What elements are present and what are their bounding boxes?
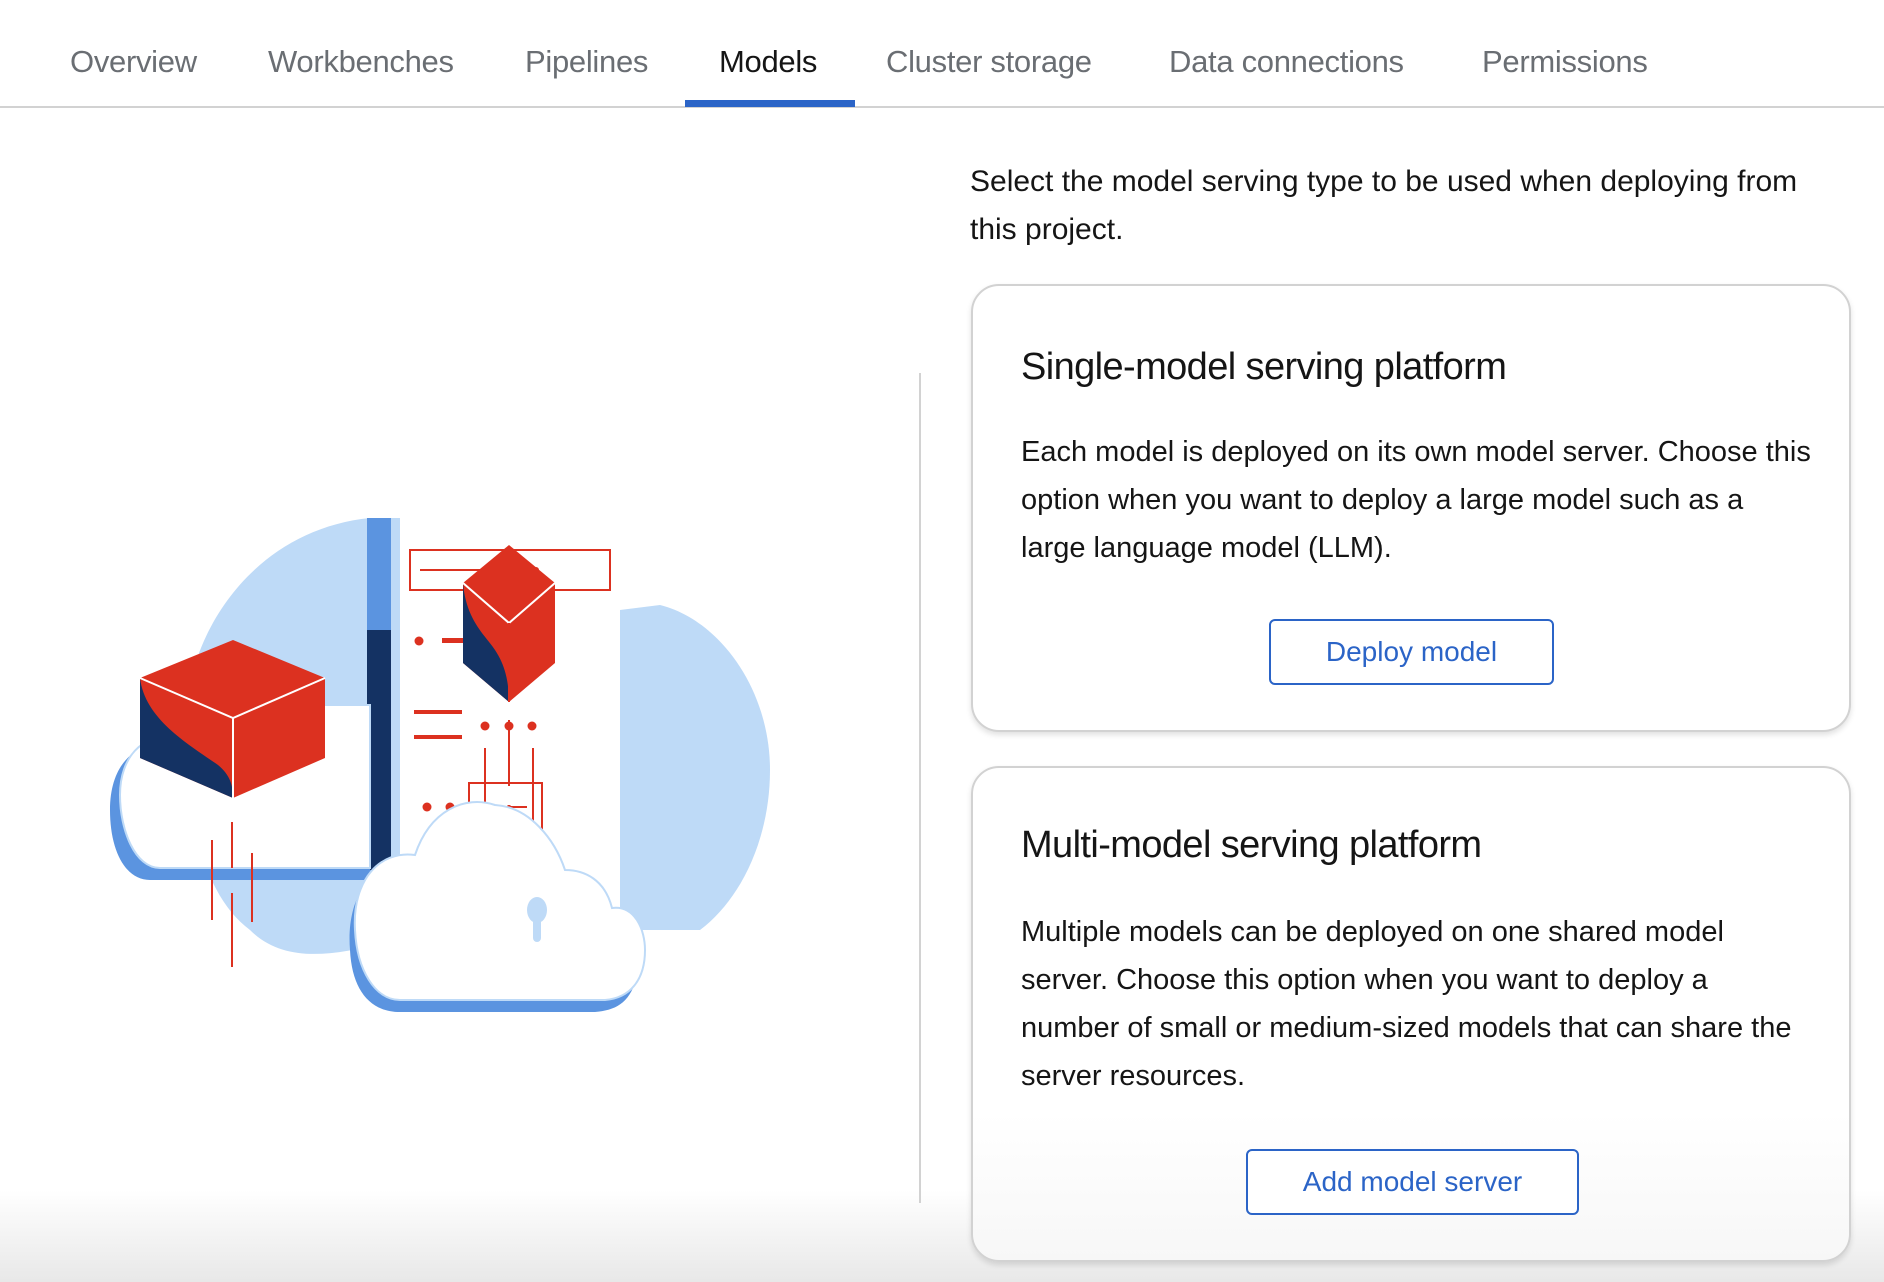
tab-models[interactable]: Models xyxy=(719,44,817,108)
tab-workbenches[interactable]: Workbenches xyxy=(268,44,454,108)
deploy-model-button[interactable]: Deploy model xyxy=(1269,619,1554,685)
tab-overview[interactable]: Overview xyxy=(70,44,197,108)
cube-right xyxy=(462,545,556,702)
tab-pipelines[interactable]: Pipelines xyxy=(525,44,648,108)
tab-permissions[interactable]: Permissions xyxy=(1482,44,1648,108)
multi-model-platform-card: Multi-model serving platform Multiple mo… xyxy=(971,766,1851,1262)
project-tabs: Overview Workbenches Pipelines Models Cl… xyxy=(0,0,1884,108)
active-tab-indicator xyxy=(685,100,855,107)
models-page: Overview Workbenches Pipelines Models Cl… xyxy=(0,0,1884,1282)
serving-type-intro: Select the model serving type to be used… xyxy=(970,165,1798,246)
vertical-bar-top xyxy=(367,518,391,630)
card-description: Each model is deployed on its own model … xyxy=(1021,436,1811,564)
model-serving-illustration xyxy=(110,518,770,1012)
background-blob-right xyxy=(620,605,770,930)
add-model-server-button[interactable]: Add model server xyxy=(1246,1149,1579,1215)
card-description: Multiple models can be deployed on one s… xyxy=(1021,916,1792,1092)
card-title: Single-model serving platform xyxy=(1021,346,1507,388)
single-model-platform-card: Single-model serving platform Each model… xyxy=(971,284,1851,732)
card-title: Multi-model serving platform xyxy=(1021,824,1482,866)
tab-cluster-storage[interactable]: Cluster storage xyxy=(886,44,1092,108)
tab-data-connections[interactable]: Data connections xyxy=(1169,44,1404,108)
column-divider xyxy=(919,373,921,1203)
